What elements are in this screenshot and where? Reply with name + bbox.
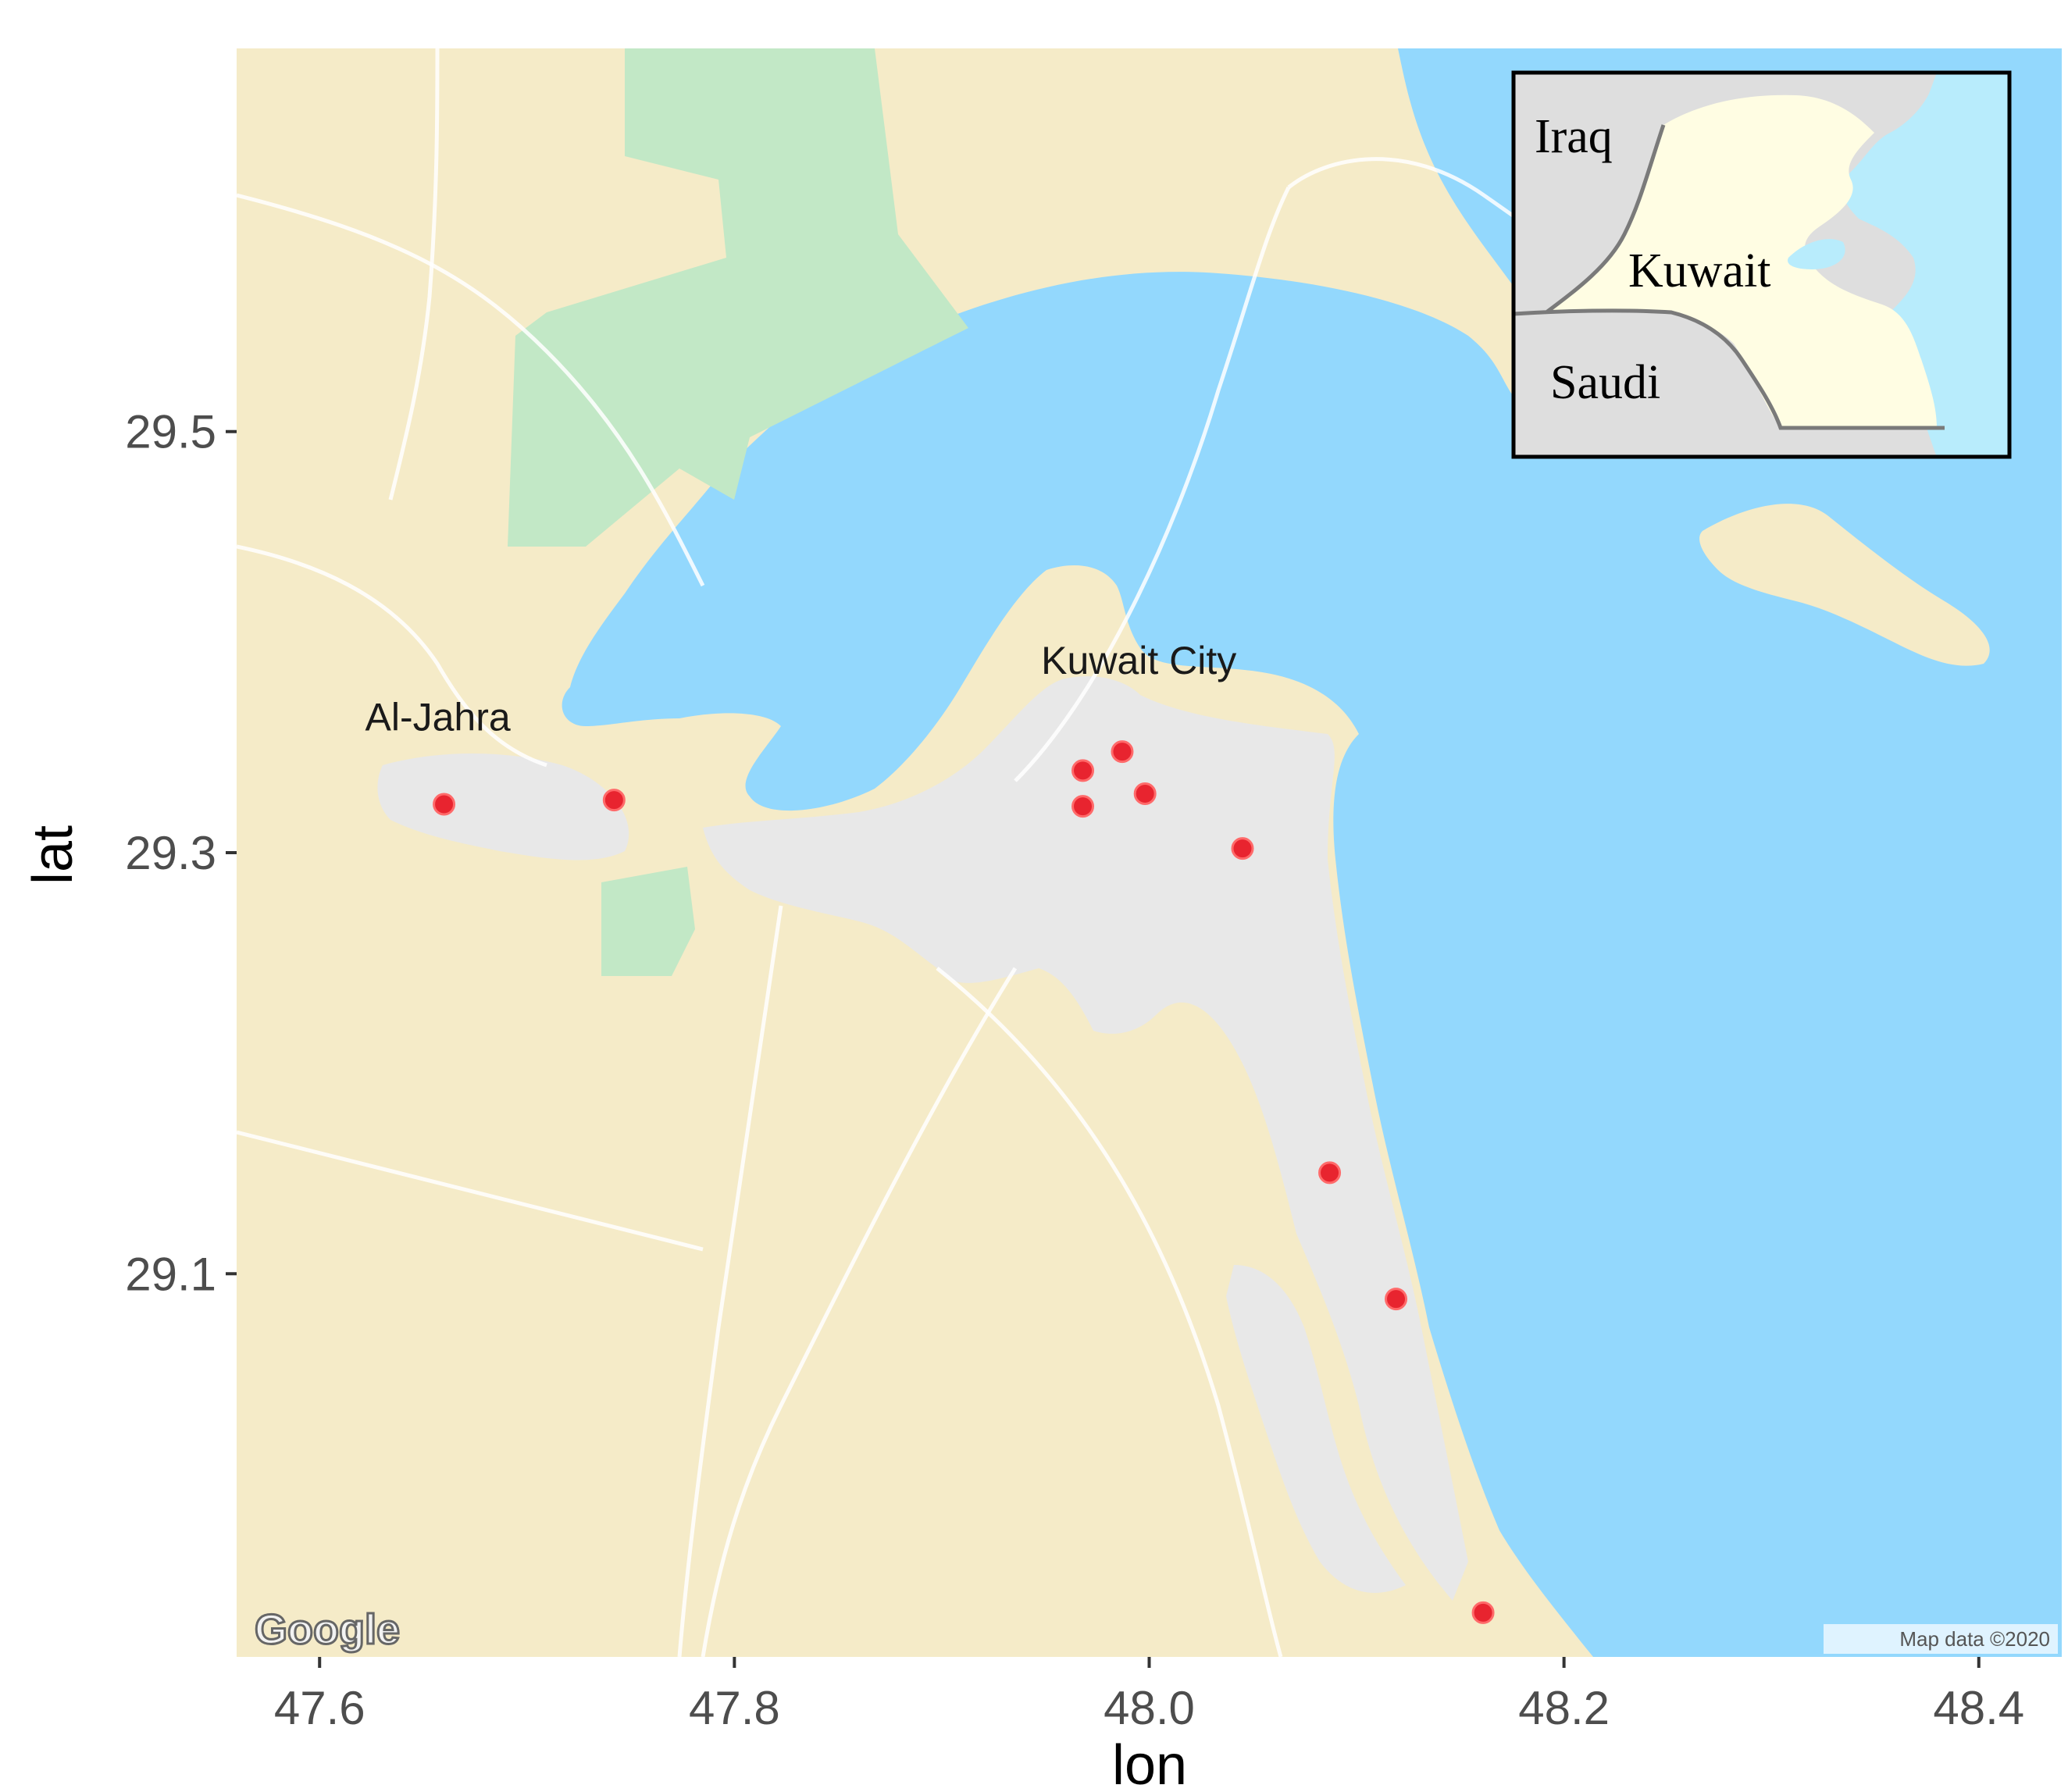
x-tick-label: 48.2: [1518, 1682, 1610, 1734]
site-marker: [1318, 1161, 1342, 1185]
site-marker: [1133, 782, 1157, 806]
inset-label-kuwait: Kuwait: [1628, 244, 1771, 297]
google-logo-icon: Google: [255, 1606, 400, 1653]
site-marker: [1111, 740, 1134, 764]
inset-map: Iraq Kuwait Saudi: [1511, 70, 2012, 459]
inset-label-saudi: Saudi: [1550, 356, 1660, 409]
y-tick-label: 29.1: [125, 1248, 216, 1300]
x-axis: 47.6 47.8 48.0 48.2 48.4: [274, 1657, 2024, 1734]
site-marker: [1071, 759, 1095, 782]
x-tick-label: 47.6: [274, 1682, 365, 1734]
site-marker: [602, 789, 626, 812]
site-marker: [1385, 1288, 1408, 1311]
site-marker: [1231, 837, 1254, 860]
map-data-credit: Map data ©2020: [1899, 1627, 2050, 1651]
x-axis-title: lon: [1112, 1734, 1187, 1792]
place-label: Kuwait City: [1041, 639, 1236, 682]
x-tick-label: 48.4: [1933, 1682, 2024, 1734]
site-marker: [1071, 795, 1095, 818]
y-axis: 29.1 29.3 29.5: [125, 406, 237, 1300]
site-marker: [433, 793, 456, 816]
kuwait-map-figure: Map data ©2020 Google Kuwait City Al-Jahr…: [22, 48, 2062, 1792]
y-tick-label: 29.3: [125, 827, 216, 879]
x-tick-label: 47.8: [689, 1682, 780, 1734]
x-tick-label: 48.0: [1104, 1682, 1195, 1734]
inset-label-iraq: Iraq: [1535, 110, 1613, 163]
place-label: Al-Jahra: [365, 696, 511, 739]
y-tick-label: 29.5: [125, 406, 216, 458]
site-marker: [1471, 1601, 1495, 1624]
y-axis-title: lat: [22, 825, 84, 885]
